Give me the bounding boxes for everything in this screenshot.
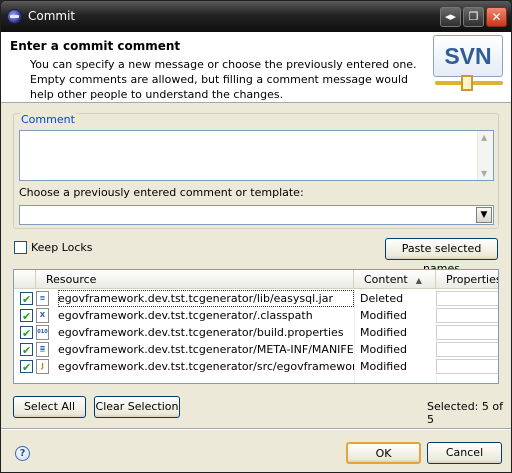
- column-content[interactable]: Content ▲: [354, 270, 436, 289]
- row-properties: [436, 342, 498, 357]
- dialog-footer: ? OK Cancel: [1, 429, 511, 472]
- row-resource: egovframework.dev.tst.tcgenerator/META-I…: [58, 343, 354, 356]
- keep-locks-option[interactable]: Keep Locks: [14, 240, 93, 254]
- text-file-icon: ≣: [36, 342, 49, 357]
- ok-button[interactable]: OK: [346, 442, 421, 464]
- table-row[interactable]: J egovframework.dev.tst.tcgenerator/src/…: [14, 358, 498, 376]
- dialog-header: Enter a commit comment You can specify a…: [1, 32, 511, 103]
- restore-button[interactable]: ◂▸: [440, 7, 461, 27]
- eclipse-icon: [7, 9, 22, 24]
- header-checkbox-column[interactable]: [14, 270, 36, 289]
- row-checkbox[interactable]: [20, 342, 33, 359]
- row-resource: egovframework.dev.tst.tcgenerator/lib/ea…: [58, 290, 354, 307]
- comment-textarea[interactable]: ▲ ▼: [19, 130, 494, 181]
- selection-status: Selected: 5 of 5: [427, 400, 503, 426]
- table-row[interactable]: ≣ egovframework.dev.tst.tcgenerator/META…: [14, 341, 498, 359]
- row-content: Modified: [360, 360, 407, 373]
- scroll-up-icon[interactable]: ▲: [481, 133, 487, 142]
- commit-dialog: Commit ◂▸ ❐ ✕ Enter a commit comment You…: [0, 0, 512, 473]
- row-properties: [436, 325, 498, 340]
- properties-file-icon: 010: [36, 325, 49, 340]
- row-properties: [436, 359, 498, 374]
- select-all-button[interactable]: Select All: [13, 396, 86, 418]
- header-title: Enter a commit comment: [10, 39, 181, 53]
- column-resource[interactable]: Resource: [36, 270, 354, 289]
- row-content: Modified: [360, 326, 407, 339]
- java-file-icon: J: [36, 359, 49, 374]
- cancel-button[interactable]: Cancel: [427, 442, 502, 464]
- template-combo[interactable]: ▼: [19, 205, 494, 225]
- chevron-down-icon[interactable]: ▼: [476, 207, 492, 223]
- comment-group-label: Comment: [20, 113, 76, 126]
- comment-scrollbar[interactable]: ▲ ▼: [477, 131, 493, 180]
- help-icon[interactable]: ?: [15, 446, 30, 461]
- title-bar: Commit ◂▸ ❐ ✕: [1, 1, 511, 32]
- scroll-down-icon[interactable]: ▼: [481, 169, 487, 178]
- row-content: Modified: [360, 309, 407, 322]
- svn-logo-knob: [461, 75, 473, 91]
- row-properties: [436, 291, 498, 306]
- svn-logo-text: SVN: [433, 35, 503, 77]
- keep-locks-checkbox[interactable]: [14, 240, 27, 254]
- row-content: Modified: [360, 343, 407, 356]
- row-resource: egovframework.dev.tst.tcgenerator/src/eg…: [58, 360, 354, 373]
- sort-ascending-icon: ▲: [415, 276, 422, 285]
- svn-logo: SVN: [433, 35, 505, 98]
- row-content: Deleted: [360, 292, 404, 305]
- close-button[interactable]: ✕: [486, 7, 507, 27]
- xml-file-icon: X: [36, 308, 49, 323]
- row-checkbox[interactable]: [20, 308, 33, 325]
- paste-selected-names-button[interactable]: Paste selected names: [385, 238, 498, 275]
- header-description: You can specify a new message or choose …: [30, 58, 417, 101]
- row-resource: egovframework.dev.tst.tcgenerator/build.…: [58, 326, 344, 339]
- template-label: Choose a previously entered comment or t…: [19, 186, 304, 199]
- row-resource: egovframework.dev.tst.tcgenerator/.class…: [58, 309, 313, 322]
- row-checkbox[interactable]: [20, 325, 33, 342]
- row-checkbox[interactable]: [20, 359, 33, 376]
- row-checkbox[interactable]: [20, 291, 33, 308]
- window-title: Commit: [28, 9, 76, 23]
- column-properties[interactable]: Properties: [436, 270, 498, 289]
- table-row[interactable]: X egovframework.dev.tst.tcgenerator/.cla…: [14, 307, 498, 325]
- table-header: Resource Content ▲ Properties: [14, 270, 498, 289]
- keep-locks-label: Keep Locks: [31, 240, 93, 254]
- table-row[interactable]: ≡ egovframework.dev.tst.tcgenerator/lib/…: [14, 290, 498, 308]
- table-row[interactable]: 010 egovframework.dev.tst.tcgenerator/bu…: [14, 324, 498, 342]
- row-properties: [436, 308, 498, 323]
- clear-selection-button[interactable]: Clear Selection: [94, 396, 180, 418]
- resource-table: Resource Content ▲ Properties ≡ egovframe…: [13, 269, 499, 384]
- jar-file-icon: ≡: [36, 291, 49, 306]
- column-content-label: Content: [364, 273, 408, 286]
- maximize-button[interactable]: ❐: [463, 7, 484, 27]
